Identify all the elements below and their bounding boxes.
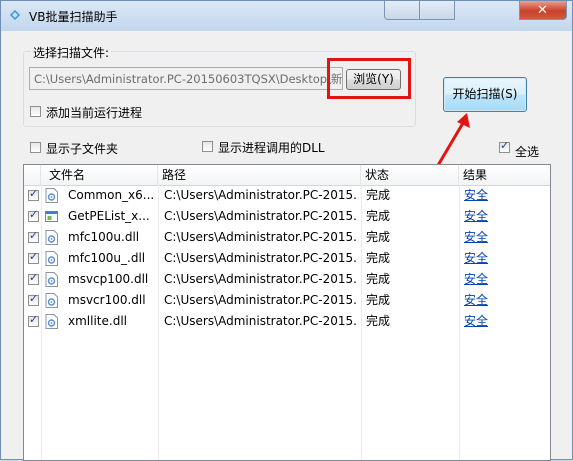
window-title: VB批量扫描助手 xyxy=(29,10,118,24)
table-row[interactable]: xmllite.dll C:\Users\Administrator.PC-201… xyxy=(24,311,550,332)
add-process-label: 添加当前运行进程 xyxy=(46,106,143,120)
maximize-button[interactable] xyxy=(419,1,455,20)
row-result[interactable]: 安全 xyxy=(464,248,544,269)
row-filename: xmllite.dll xyxy=(68,314,127,328)
table-row[interactable]: msvcr100.dll C:\Users\Administrator.PC-20… xyxy=(24,290,550,311)
row-result[interactable]: 安全 xyxy=(464,311,544,332)
row-checkbox[interactable] xyxy=(28,313,39,327)
row-path: C:\Users\Administrator.PC-2015... xyxy=(164,293,356,307)
header-result[interactable]: 结果 xyxy=(459,165,550,185)
gear-file-icon xyxy=(45,188,58,203)
header-filename[interactable]: 文件名 xyxy=(41,165,158,185)
row-result[interactable]: 安全 xyxy=(464,227,544,248)
row-filename: mfc100u_.dll xyxy=(68,251,146,265)
row-result[interactable]: 安全 xyxy=(464,269,544,290)
file-select-label: 选择扫描文件: xyxy=(31,44,112,61)
row-path: C:\Users\Administrator.PC-2015... xyxy=(164,188,356,202)
title-bar[interactable]: VB批量扫描助手 ✕ xyxy=(1,1,572,31)
row-path: C:\Users\Administrator.PC-2015... xyxy=(164,251,356,265)
header-status[interactable]: 状态 xyxy=(361,165,459,185)
row-checkbox[interactable] xyxy=(28,187,39,201)
file-path-field[interactable]: C:\Users\Administrator.PC-20150603TQSX\D… xyxy=(29,67,343,90)
row-result[interactable]: 安全 xyxy=(464,185,544,206)
file-list[interactable]: 文件名 路径 状态 结果 Common_x6... C:\Users\Admini… xyxy=(23,164,551,461)
row-filename: msvcp100.dll xyxy=(68,272,149,286)
highlight-box xyxy=(327,58,411,99)
row-checkbox[interactable] xyxy=(28,292,39,306)
row-filename: GetPEList_x... xyxy=(68,209,150,223)
add-process-checkbox[interactable] xyxy=(30,106,41,117)
row-status: 完成 xyxy=(366,314,391,328)
close-button[interactable]: ✕ xyxy=(519,1,567,20)
table-row[interactable]: mfc100u_.dll C:\Users\Administrator.PC-20… xyxy=(24,248,550,269)
table-row[interactable]: Common_x6... C:\Users\Administrator.PC-20… xyxy=(24,185,550,206)
gear-file-icon xyxy=(45,230,58,245)
gear-file-icon xyxy=(45,293,58,308)
row-path: C:\Users\Administrator.PC-2015... xyxy=(164,314,356,328)
table-row[interactable]: GetPEList_x... C:\Users\Administrator.PC-… xyxy=(24,206,550,227)
row-filename: mfc100u.dll xyxy=(68,230,140,244)
row-checkbox[interactable] xyxy=(28,250,39,264)
row-status: 完成 xyxy=(366,251,391,265)
row-status: 完成 xyxy=(366,230,391,244)
app-icon xyxy=(10,10,20,20)
row-status: 完成 xyxy=(366,272,391,286)
close-icon: ✕ xyxy=(537,3,548,18)
gear-file-icon xyxy=(45,272,58,287)
row-status: 完成 xyxy=(366,188,391,202)
row-filename: Common_x6... xyxy=(68,188,155,202)
row-path: C:\Users\Administrator.PC-2015... xyxy=(164,230,356,244)
row-status: 完成 xyxy=(366,293,391,307)
row-result[interactable]: 安全 xyxy=(464,206,544,227)
minimize-button[interactable] xyxy=(384,1,420,20)
show-subfolders-label: 显示子文件夹 xyxy=(46,142,119,156)
exe-file-icon xyxy=(45,209,58,224)
main-window: VB批量扫描助手 ✕ 选择扫描文件: C:\Users\Administrato… xyxy=(0,0,573,461)
list-header: 文件名 路径 状态 结果 xyxy=(24,165,550,186)
table-row[interactable]: mfc100u.dll C:\Users\Administrator.PC-201… xyxy=(24,227,550,248)
row-checkbox[interactable] xyxy=(28,208,39,222)
header-path[interactable]: 路径 xyxy=(158,165,361,185)
row-checkbox[interactable] xyxy=(28,229,39,243)
row-filename: msvcr100.dll xyxy=(68,293,146,307)
show-process-dll-label: 显示进程调用的DLL xyxy=(218,141,325,155)
row-status: 完成 xyxy=(366,209,391,223)
show-subfolders-checkbox[interactable] xyxy=(30,142,41,153)
row-path: C:\Users\Administrator.PC-2015... xyxy=(164,209,356,223)
row-checkbox[interactable] xyxy=(28,271,39,285)
select-all-checkbox[interactable] xyxy=(499,139,510,153)
start-scan-button[interactable]: 开始扫描(S) xyxy=(443,77,527,112)
row-result[interactable]: 安全 xyxy=(464,290,544,311)
table-row[interactable]: msvcp100.dll C:\Users\Administrator.PC-20… xyxy=(24,269,550,290)
header-check-column[interactable] xyxy=(24,165,41,185)
row-path: C:\Users\Administrator.PC-2015... xyxy=(164,272,356,286)
gear-file-icon xyxy=(45,251,58,266)
gear-file-icon xyxy=(45,314,58,329)
select-all-label: 全选 xyxy=(515,145,540,159)
show-process-dll-checkbox[interactable] xyxy=(202,141,213,152)
